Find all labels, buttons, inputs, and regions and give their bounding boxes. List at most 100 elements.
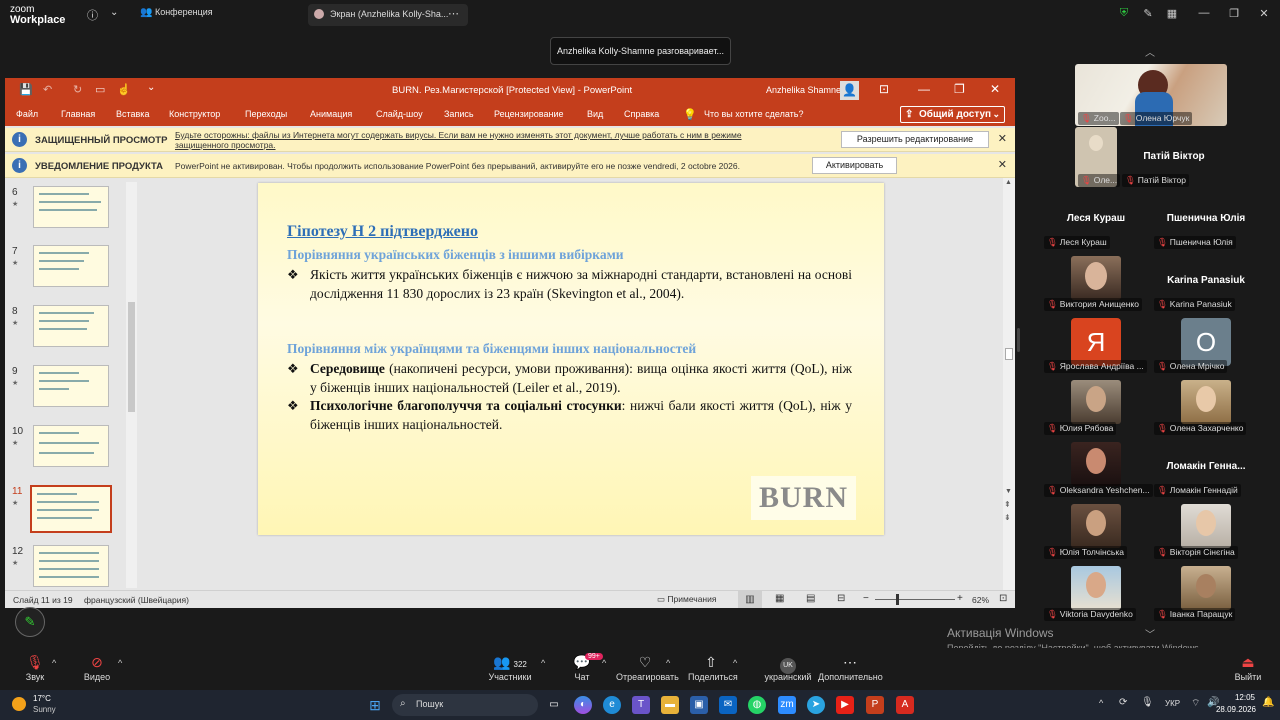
customize-icon[interactable]: ⌄ <box>147 82 155 93</box>
tell-me-input[interactable]: Что вы хотите сделать? <box>704 109 804 119</box>
menu-insert[interactable]: Вставка <box>116 109 149 119</box>
powerpoint-icon[interactable]: P <box>866 696 884 714</box>
mail-icon[interactable]: ✉ <box>719 696 737 714</box>
share-screen-button[interactable]: ⇧ Поделиться <box>688 654 738 682</box>
language-status[interactable]: французский (Швейцария) <box>84 595 189 605</box>
zoom-in-icon[interactable]: + <box>957 593 963 604</box>
save-icon[interactable]: 💾 <box>19 83 33 96</box>
slide-thumbnail-6[interactable] <box>33 186 109 228</box>
restore-icon[interactable]: ❐ <box>1226 7 1242 23</box>
audio-button[interactable]: 🎙 Звук <box>22 654 48 682</box>
video-ryabova[interactable] <box>1071 380 1121 424</box>
video-yeshchen[interactable] <box>1071 442 1121 486</box>
activate-button[interactable]: Активировать <box>812 157 897 174</box>
slide-thumbnail-10[interactable] <box>33 425 109 467</box>
more-icon[interactable]: ⋯ <box>448 7 459 20</box>
zoom-out-icon[interactable]: − <box>863 593 869 604</box>
edge-icon[interactable]: e <box>603 696 621 714</box>
video-paraschuk[interactable] <box>1181 566 1231 610</box>
chevron-up-icon[interactable]: ^ <box>52 658 56 668</box>
windows-start-icon[interactable]: ⊞ <box>366 696 384 714</box>
panel-resize-handle[interactable] <box>1017 328 1020 352</box>
avatar-mrichko[interactable]: О <box>1181 318 1231 366</box>
store-icon[interactable]: ▣ <box>690 696 708 714</box>
user-avatar[interactable]: 👤 <box>840 81 859 100</box>
slide-thumbnail-8[interactable] <box>33 305 109 347</box>
video-anishchenko[interactable] <box>1071 256 1121 300</box>
menu-transitions[interactable]: Переходы <box>245 109 287 119</box>
ribbon-display-icon[interactable]: ⊡ <box>879 82 889 96</box>
chevron-up-icon[interactable]: ^ <box>541 658 545 668</box>
chevron-up-icon[interactable]: ^ <box>118 658 122 668</box>
participants-button[interactable]: 👥 322 Участники <box>488 654 532 682</box>
thumbnail-scrollbar[interactable] <box>126 182 137 588</box>
chevron-up-icon[interactable]: ^ <box>666 658 670 668</box>
zoom-slider[interactable] <box>875 599 955 600</box>
slideshow-view-icon[interactable]: ⊟ <box>837 593 845 604</box>
fit-slide-icon[interactable]: ⊡ <box>999 593 1007 604</box>
video-davydenko[interactable] <box>1071 566 1121 610</box>
chevron-up-icon[interactable]: ^ <box>733 658 737 668</box>
pen-icon[interactable]: ✎ <box>15 607 45 637</box>
clock-date[interactable]: 28.09.2026 <box>1212 705 1256 714</box>
minimize-icon[interactable]: — <box>918 82 930 96</box>
taskbar-search[interactable]: ⌕ Пошук <box>392 694 538 716</box>
weather-sun-icon[interactable] <box>12 697 26 711</box>
clock-time[interactable]: 12:05 <box>1227 693 1255 702</box>
menu-home[interactable]: Главная <box>61 109 95 119</box>
layout-icon[interactable]: ▦ <box>1164 7 1180 23</box>
touch-mode-icon[interactable]: ☝ <box>117 83 131 96</box>
undo-icon[interactable]: ↶ <box>43 83 52 96</box>
menu-help[interactable]: Справка <box>624 109 659 119</box>
close-icon[interactable]: ✕ <box>998 158 1007 171</box>
prev-slide-icon[interactable]: ⇞ <box>1004 500 1011 509</box>
slide-scrollbar[interactable]: ▲ ▼ ⇞ ⇟ <box>1003 178 1015 590</box>
scroll-up-icon[interactable]: ▲ <box>1005 179 1012 186</box>
zoom-slider-thumb[interactable] <box>896 594 899 605</box>
whatsapp-icon[interactable]: ◍ <box>748 696 766 714</box>
youtube-icon[interactable]: ▶ <box>836 696 854 714</box>
menu-record[interactable]: Запись <box>444 109 474 119</box>
enable-editing-button[interactable]: Разрешить редактирование <box>841 131 989 148</box>
microphone-icon[interactable]: 🎙 <box>1141 697 1154 708</box>
next-slide-icon[interactable]: ⇟ <box>1004 513 1011 522</box>
slideshow-icon[interactable]: ▭ <box>95 83 105 96</box>
menu-review[interactable]: Рецензирование <box>494 109 564 119</box>
close-icon[interactable]: ✕ <box>1256 7 1272 23</box>
copilot-icon[interactable]: ◐ <box>574 696 592 714</box>
avatar-yaroslava[interactable]: Я <box>1071 318 1121 366</box>
close-icon[interactable]: ✕ <box>990 82 1000 96</box>
share-screen-tab[interactable]: Экран (Anzhelika Kolly-Sha... ⋯ <box>308 4 468 26</box>
video-zakharchenko[interactable] <box>1181 380 1231 424</box>
normal-view-icon[interactable]: ▥ <box>738 591 762 608</box>
minimize-icon[interactable]: — <box>1196 7 1212 23</box>
redo-icon[interactable]: ↻ <box>73 83 82 96</box>
zoom-level[interactable]: 62% <box>972 595 989 605</box>
teams-icon[interactable]: T <box>632 696 650 714</box>
zoom-icon[interactable]: zm <box>778 696 796 714</box>
slide-thumbnail-7[interactable] <box>33 245 109 287</box>
slide-thumbnail-12[interactable] <box>33 545 109 587</box>
chevron-up-icon[interactable]: ︿ <box>1145 44 1155 59</box>
menu-file[interactable]: Файл <box>16 109 38 119</box>
sync-icon[interactable]: ⟳ <box>1119 697 1127 708</box>
share-button[interactable]: ⇪ Общий доступ ⌄ <box>900 106 1005 123</box>
slide-thumbnail-11[interactable] <box>30 485 112 533</box>
slide-thumbnail-9[interactable] <box>33 365 109 407</box>
video-button[interactable]: ⊘ Видео <box>82 654 112 682</box>
chevron-up-icon[interactable]: ^ <box>602 658 606 668</box>
chevron-up-icon[interactable]: ^ <box>1099 698 1103 708</box>
keyboard-language[interactable]: УКР <box>1165 699 1180 708</box>
scroll-down-icon[interactable]: ▼ <box>1005 488 1012 495</box>
menu-design[interactable]: Конструктор <box>169 109 220 119</box>
slide-sorter-icon[interactable]: ▦ <box>775 593 784 604</box>
notes-button[interactable]: ▭ Примечания <box>657 594 716 605</box>
reading-view-icon[interactable]: ▤ <box>806 593 815 604</box>
language-button[interactable]: UK украинский <box>764 654 812 682</box>
chevron-down-icon[interactable]: ⌄ <box>110 7 118 18</box>
restore-icon[interactable]: ❐ <box>954 82 965 96</box>
more-button[interactable]: ⋯ Дополнительно <box>818 654 883 682</box>
leave-button[interactable]: ⏏ Выйти <box>1234 654 1262 682</box>
info-icon[interactable]: ⓘ <box>87 7 98 23</box>
annotate-icon[interactable]: ✎ <box>1140 7 1156 23</box>
